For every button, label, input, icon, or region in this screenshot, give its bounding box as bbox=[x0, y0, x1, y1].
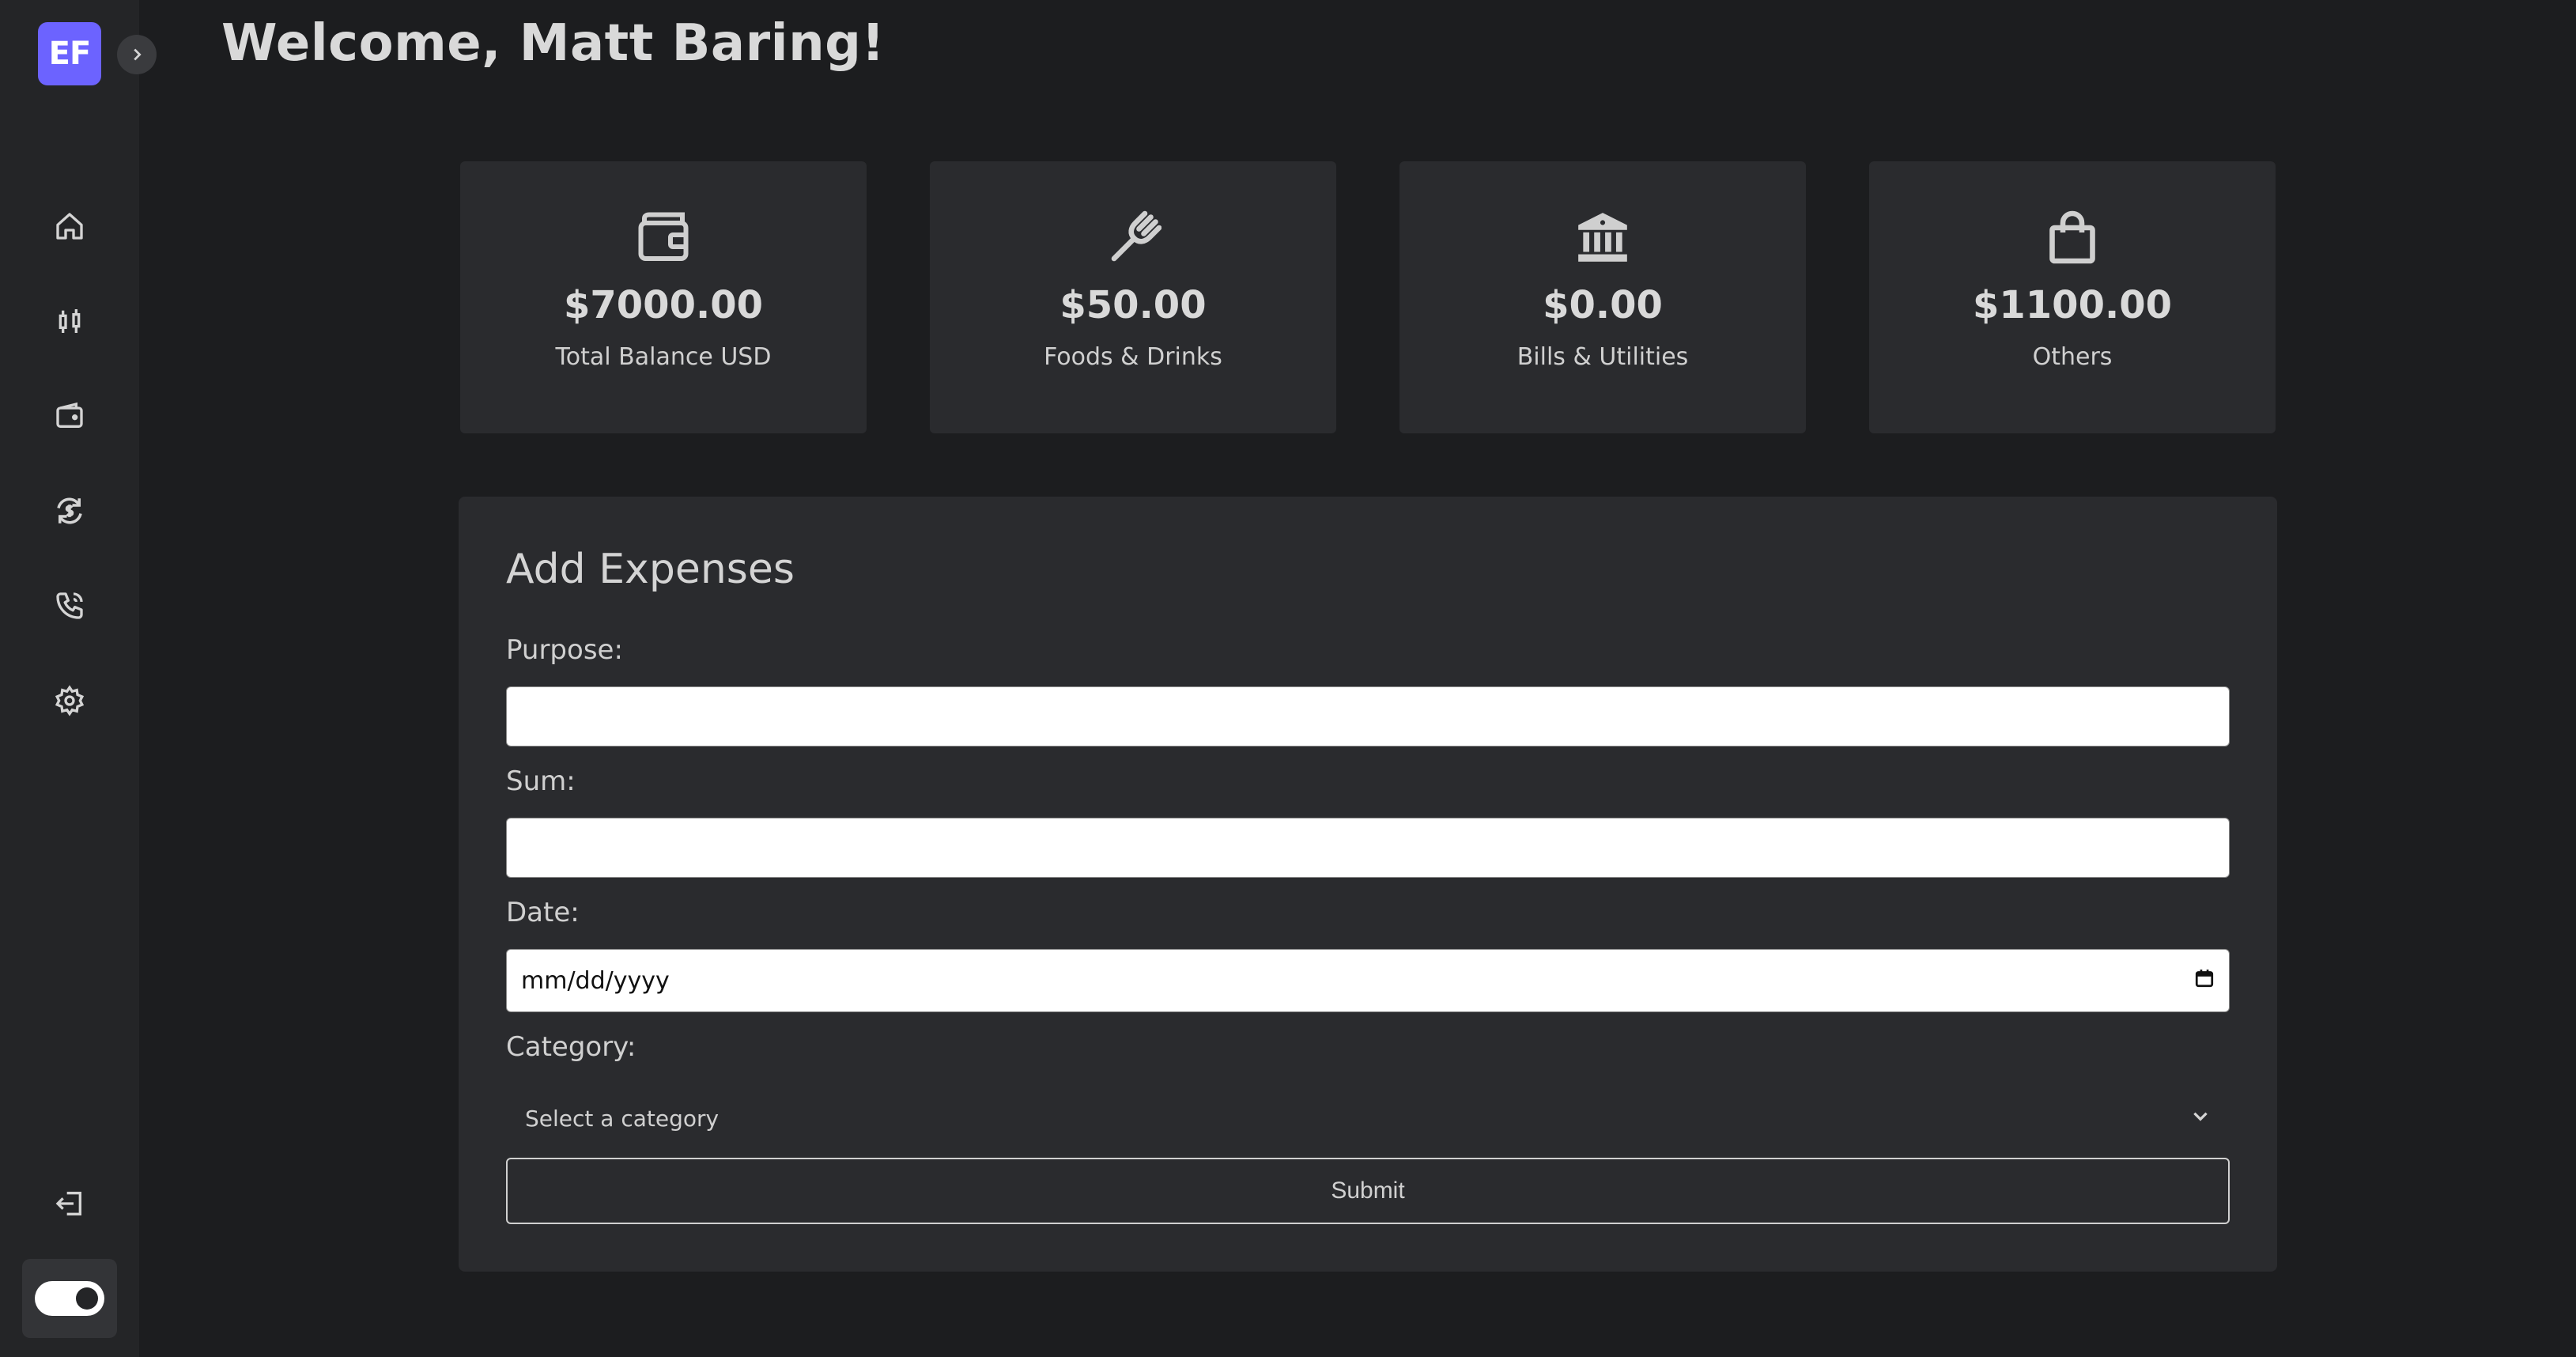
add-expenses-form: Add Expenses Purpose: Sum: Date: mm/dd/y… bbox=[459, 497, 2277, 1272]
theme-toggle-container bbox=[22, 1259, 117, 1338]
date-placeholder: mm/dd/yyyy bbox=[521, 966, 670, 995]
card-label: Foods & Drinks bbox=[1044, 343, 1222, 371]
card-label: Total Balance USD bbox=[555, 343, 772, 371]
sidebar-expand-button[interactable] bbox=[117, 35, 157, 74]
calendar-icon[interactable] bbox=[2194, 967, 2215, 995]
bank-icon bbox=[1571, 206, 1634, 269]
card-amount: $1100.00 bbox=[1972, 283, 2173, 327]
card-label: Others bbox=[2032, 343, 2113, 371]
card-amount: $0.00 bbox=[1543, 283, 1663, 327]
date-label: Date: bbox=[506, 897, 580, 928]
category-selected-value: Select a category bbox=[525, 1105, 720, 1132]
category-select[interactable]: Select a category bbox=[506, 1090, 2230, 1147]
fork-icon bbox=[1101, 206, 1165, 269]
purpose-label: Purpose: bbox=[506, 634, 623, 666]
others-card: $1100.00 Others bbox=[1869, 161, 2276, 433]
dark-mode-toggle[interactable] bbox=[35, 1281, 104, 1316]
sum-input[interactable] bbox=[506, 818, 2230, 878]
phone-icon[interactable] bbox=[47, 584, 92, 628]
page-title: Welcome, Matt Baring! bbox=[221, 14, 886, 73]
wallet-icon bbox=[632, 206, 695, 269]
sum-label: Sum: bbox=[506, 765, 576, 797]
category-label: Category: bbox=[506, 1031, 636, 1063]
settings-icon[interactable] bbox=[47, 678, 92, 723]
card-label: Bills & Utilities bbox=[1517, 343, 1689, 371]
shopping-bag-icon bbox=[2041, 206, 2104, 269]
bills-utilities-card: $0.00 Bills & Utilities bbox=[1399, 161, 1806, 433]
candlestick-chart-icon[interactable] bbox=[47, 299, 92, 343]
date-input[interactable]: mm/dd/yyyy bbox=[506, 949, 2230, 1012]
app-logo[interactable]: EF bbox=[38, 22, 101, 85]
form-title: Add Expenses bbox=[506, 546, 795, 593]
purpose-input[interactable] bbox=[506, 686, 2230, 747]
balance-card: $7000.00 Total Balance USD bbox=[460, 161, 867, 433]
logout-icon[interactable] bbox=[47, 1181, 92, 1226]
chevron-right-icon bbox=[134, 48, 142, 61]
card-amount: $7000.00 bbox=[563, 283, 764, 327]
chevron-down-icon bbox=[2190, 1106, 2211, 1132]
sidebar: EF bbox=[0, 0, 139, 1357]
foods-drinks-card: $50.00 Foods & Drinks bbox=[930, 161, 1336, 433]
card-amount: $50.00 bbox=[1059, 283, 1207, 327]
toggle-knob bbox=[76, 1287, 98, 1310]
submit-button[interactable]: Submit bbox=[506, 1158, 2230, 1224]
wallet-icon[interactable] bbox=[47, 394, 92, 438]
home-icon[interactable] bbox=[47, 204, 92, 248]
currency-exchange-icon[interactable] bbox=[47, 489, 92, 533]
